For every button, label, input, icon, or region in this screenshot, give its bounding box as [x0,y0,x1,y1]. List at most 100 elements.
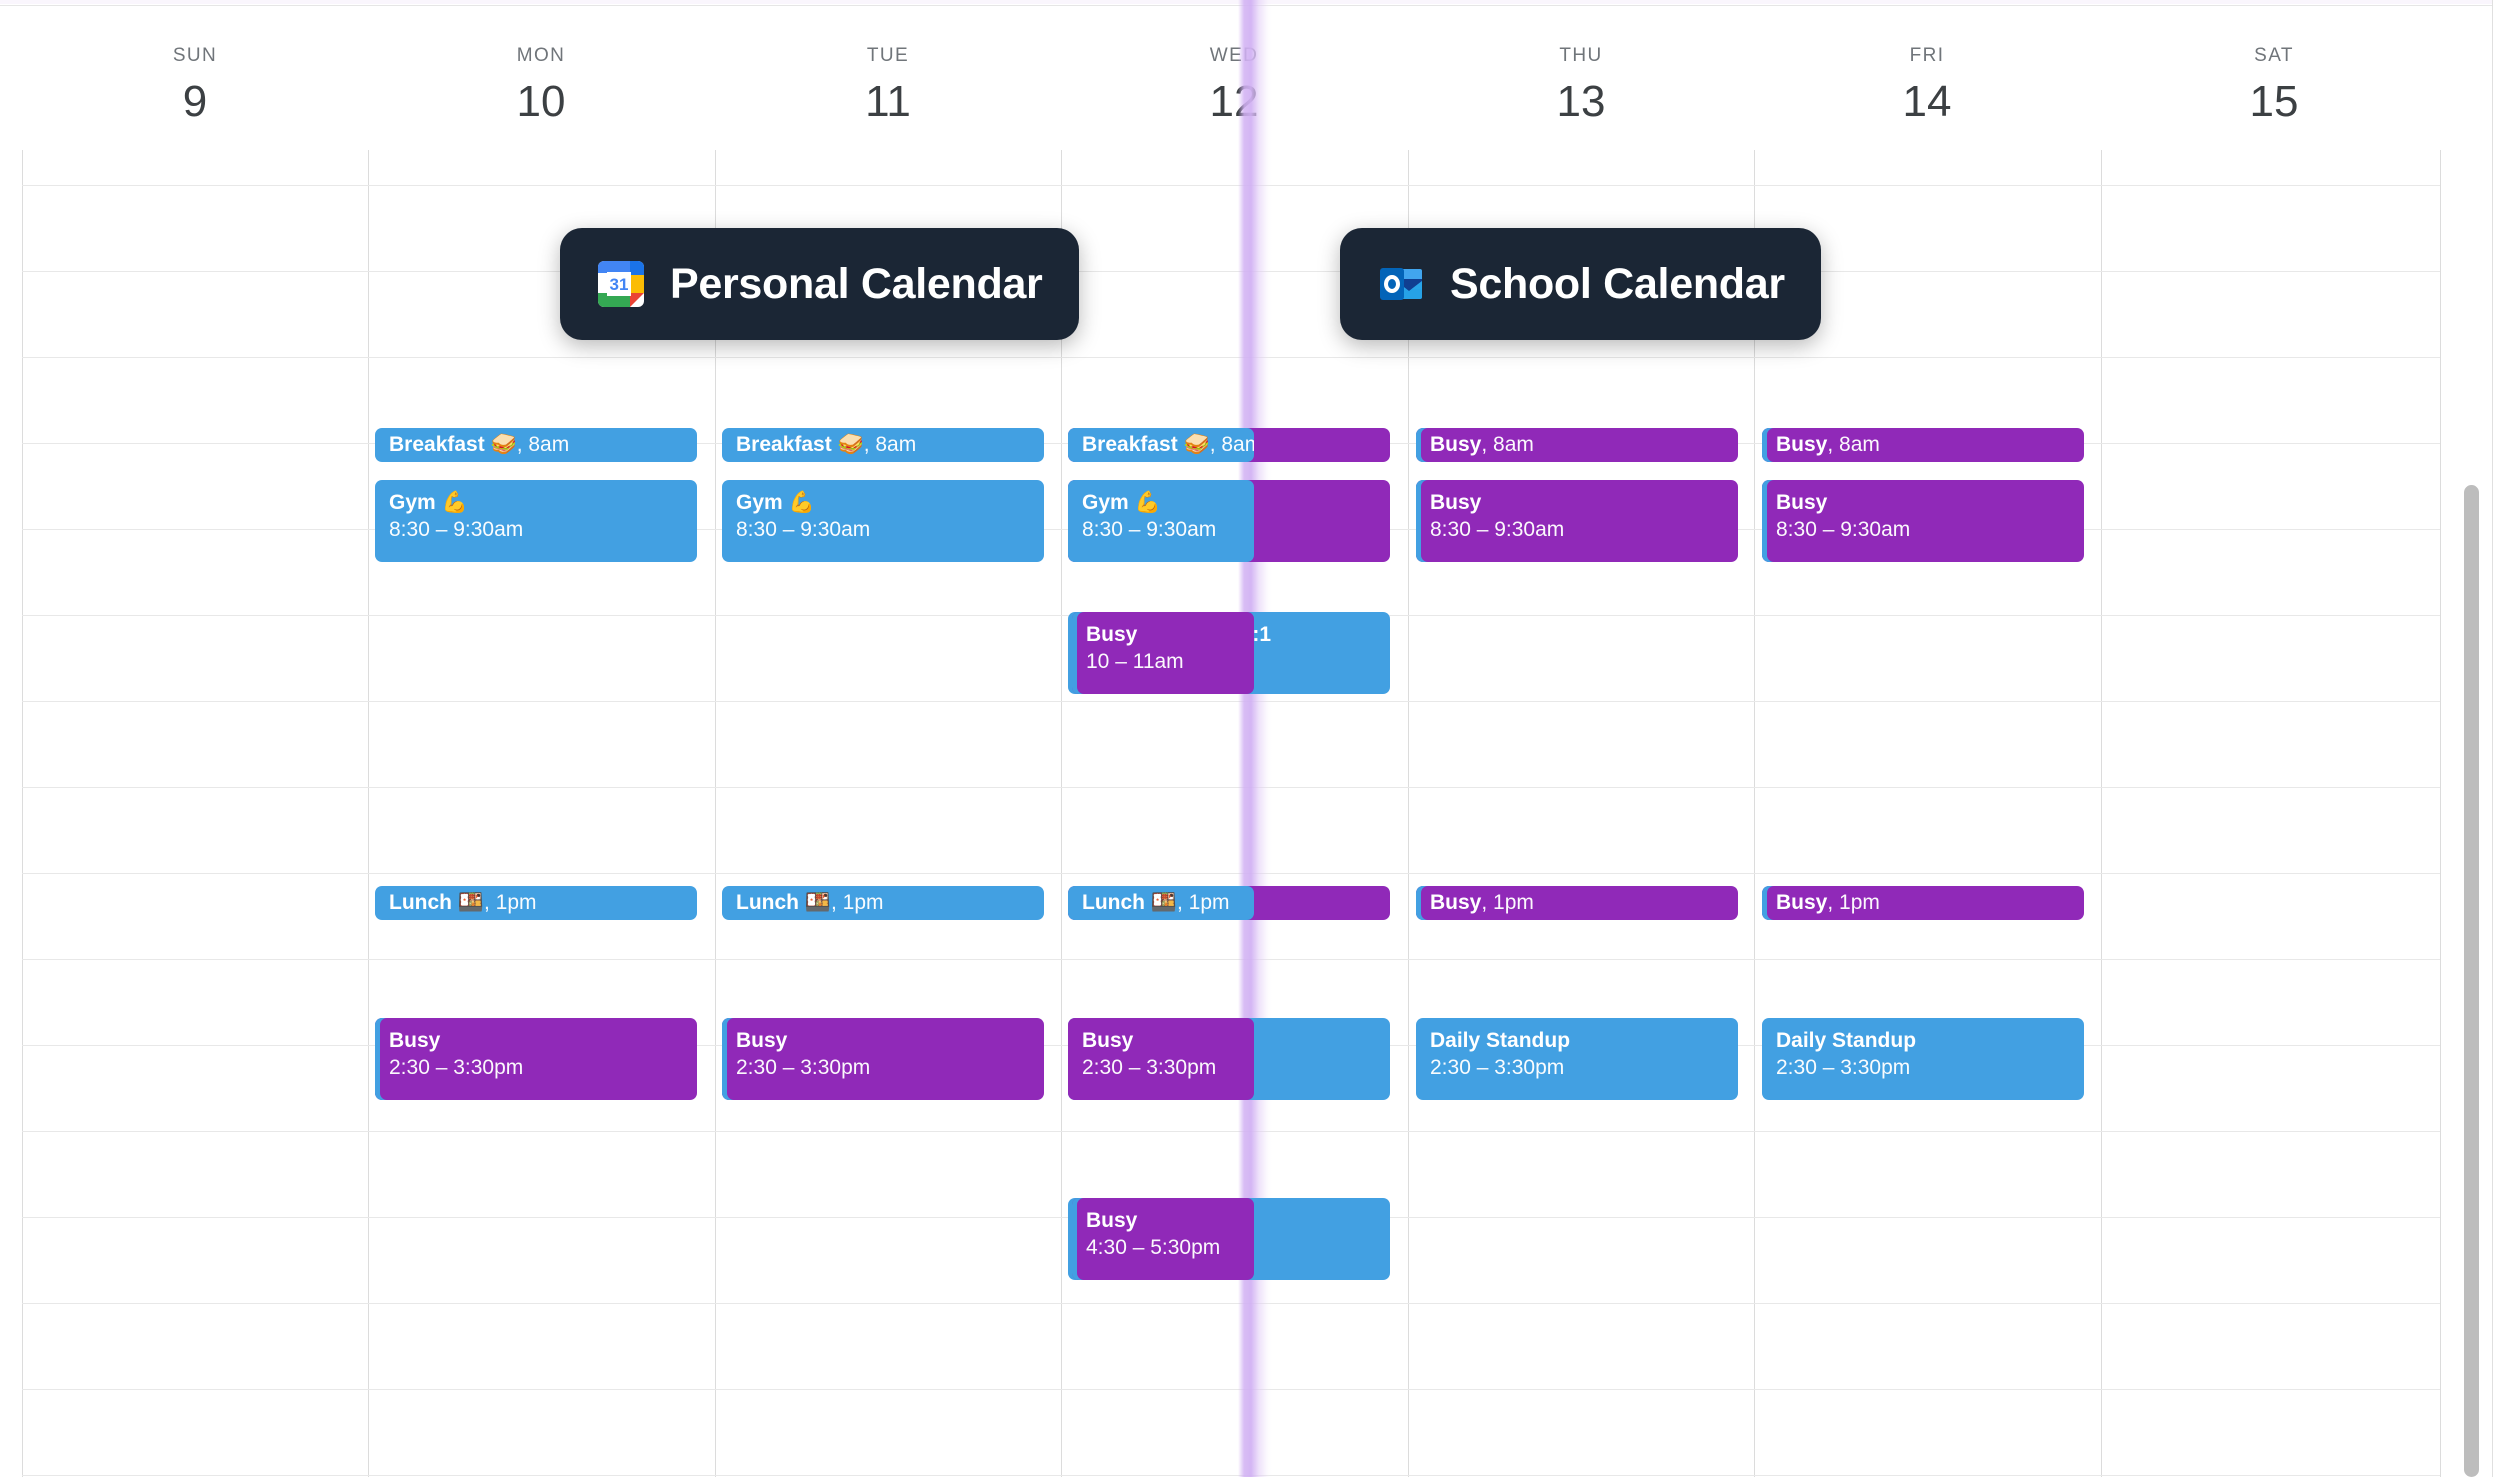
day-header-sat[interactable]: SAT 15 [2101,46,2447,129]
day-header-sun[interactable]: SUN 9 [22,46,368,129]
day-header-mon[interactable]: MON 10 [368,46,714,129]
column-divider [22,150,23,1477]
event-title: Gym 💪 [389,491,468,514]
day-of-week-label: THU [1559,45,1603,66]
day-header-fri[interactable]: FRI 14 [1754,46,2100,129]
outlook-icon [1376,259,1426,309]
calendar-event[interactable]: Breakfast 🥪, 8am [722,428,1044,462]
day-number-label: 14 [1902,77,1952,126]
banner-label: Personal Calendar [670,259,1043,308]
calendar-event[interactable]: Busy, 8am [1416,428,1738,462]
calendar-event[interactable]: Busy, 1pm [1762,886,2084,920]
calendar-event[interactable]: Busy, 1pm [1416,886,1738,920]
hour-divider [22,787,2440,788]
hour-divider [22,185,2440,186]
calendar-event[interactable]: Busy 2:30 – 3:30pm [375,1018,697,1100]
event-title: Breakfast 🥪 [736,433,864,456]
hour-divider [22,1303,2440,1304]
day-of-week-label: WED [1209,45,1259,66]
event-title: Busy [1430,891,1482,914]
event-title: Busy [1776,433,1828,456]
day-of-week-label: MON [516,45,566,66]
calendar-event[interactable]: Gym 💪 8:30 – 9:30am [1068,480,1254,562]
column-divider [1061,150,1062,1477]
calendar-event[interactable]: Lunch 🍱, 1pm [722,886,1044,920]
calendar-event[interactable]: Busy 2:30 – 3:30pm [1068,1018,1254,1100]
event-title: Lunch 🍱 [389,891,484,914]
day-of-week-label: FRI [1909,45,1945,66]
calendar-event[interactable]: Lunch 🍱, 1pm [375,886,697,920]
calendar-event[interactable]: Busy, 8am [1762,428,2084,462]
day-number-label: 12 [1209,77,1259,126]
event-title: Daily Standup [1430,1029,1571,1052]
calendar-source-banner-personal[interactable]: 31 Personal Calendar [560,228,1079,340]
event-time: , 8am [1209,433,1254,456]
event-time: 8:30 – 9:30am [1082,518,1217,541]
day-header-thu[interactable]: THU 13 [1408,46,1754,129]
event-title: Lunch 🍱 [1082,891,1177,914]
day-number-label: 11 [865,77,911,126]
column-divider [2440,150,2441,1477]
day-of-week-label: SUN [172,45,218,66]
calendar-event[interactable]: Busy 2:30 – 3:30pm [722,1018,1044,1100]
calendar-source-banner-school[interactable]: School Calendar [1340,228,1821,340]
calendar-event[interactable]: Breakfast 🥪, 8am [1068,428,1254,462]
event-title: Busy [1430,433,1482,456]
calendar-event[interactable]: Daily Standup 2:30 – 3:30pm [1762,1018,2084,1100]
calendar-event[interactable]: Busy 8:30 – 9:30am [1762,480,2084,562]
event-title: Gym 💪 [1082,491,1161,514]
event-time: 8:30 – 9:30am [1776,518,1911,541]
calendar-event[interactable]: Gym 💪 8:30 – 9:30am [375,480,697,562]
event-time: 2:30 – 3:30pm [1082,1056,1217,1079]
event-title: Gym 💪 [736,491,815,514]
event-title: Lunch 🍱 [736,891,831,914]
calendar-event[interactable]: Busy 10 – 11am [1072,612,1254,694]
scrollbar-thumb[interactable] [2464,485,2479,1477]
event-title: Busy [1086,1209,1138,1232]
hour-divider [22,1389,2440,1390]
day-number-label: 10 [516,77,566,126]
calendar-event[interactable]: Lunch 🍱, 1pm [1068,886,1254,920]
event-time: 8:30 – 9:30am [1430,518,1565,541]
event-title: Busy [1082,1029,1134,1052]
event-title: Busy [389,1029,441,1052]
calendar-event[interactable]: Breakfast 🥪, 8am [375,428,697,462]
day-number-label: 9 [182,77,208,126]
day-header-tue[interactable]: TUE 11 [715,46,1061,129]
calendar-event[interactable]: Busy 8:30 – 9:30am [1416,480,1738,562]
header-divider [0,5,2493,6]
hour-divider [22,357,2440,358]
hour-divider [22,1131,2440,1132]
event-title: Breakfast 🥪 [1082,433,1210,456]
event-time: , 1pm [483,891,537,914]
event-time: , 1pm [830,891,884,914]
hour-divider [22,959,2440,960]
event-time: , 1pm [1481,891,1534,914]
calendar-event[interactable]: Busy 4:30 – 5:30pm [1072,1198,1254,1280]
event-title: Busy [1430,491,1482,514]
hour-divider [22,701,2440,702]
event-time: 4:30 – 5:30pm [1086,1236,1221,1259]
event-title: Breakfast 🥪 [389,433,517,456]
event-time: , 1pm [1176,891,1230,914]
event-time: 2:30 – 3:30pm [1776,1056,1911,1079]
day-of-week-label: SAT [2254,45,2294,66]
google-calendar-icon: 31 [596,259,646,309]
week-calendar-grid: SUN 9 MON 10 TUE 11 WED 12 THU 13 FRI 14 SAT 15 Break… [0,0,2493,1477]
event-title: Busy [1776,891,1828,914]
event-title: Daily Standup [1776,1029,1917,1052]
day-number-label: 13 [1556,77,1606,126]
event-time: 8:30 – 9:30am [389,518,524,541]
event-time: , 1pm [1827,891,1880,914]
event-time: 10 – 11am [1086,650,1184,673]
hour-divider [22,873,2440,874]
event-time: 2:30 – 3:30pm [389,1056,524,1079]
calendar-event[interactable]: Gym 💪 8:30 – 9:30am [722,480,1044,562]
event-time: , 8am [1481,433,1534,456]
day-number-label: 15 [2249,77,2299,126]
day-header-wed[interactable]: WED 12 [1061,46,1407,129]
column-divider [1408,150,1409,1477]
event-time: , 8am [1827,433,1880,456]
calendar-event[interactable]: Daily Standup 2:30 – 3:30pm [1416,1018,1738,1100]
event-title: Busy [1776,491,1828,514]
